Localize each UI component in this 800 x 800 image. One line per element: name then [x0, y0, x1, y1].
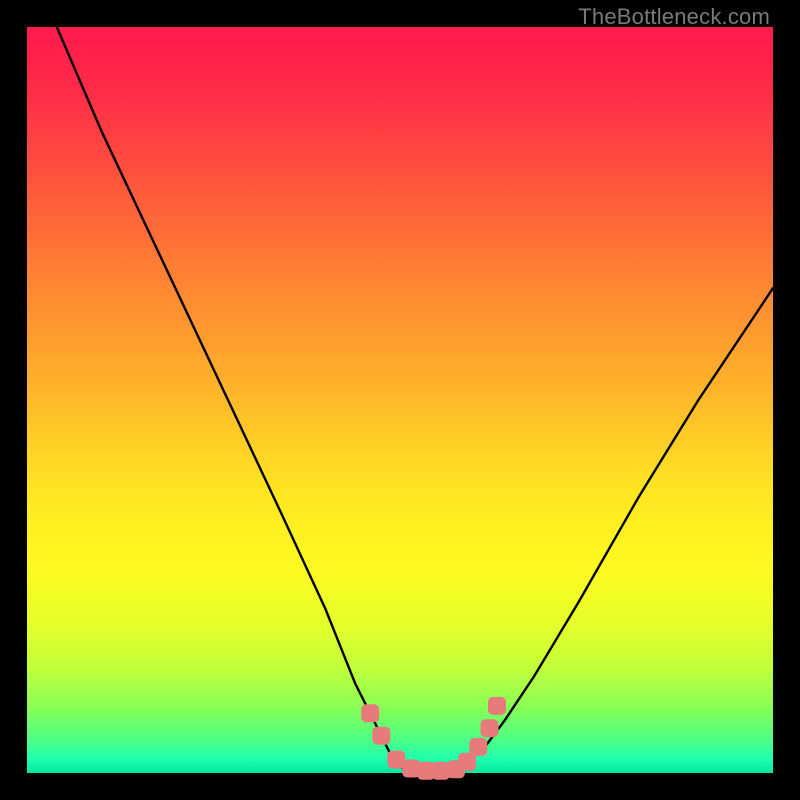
highlight-dot	[372, 727, 390, 745]
highlight-dot	[481, 719, 499, 737]
highlight-dots	[361, 697, 506, 780]
curve-layer	[27, 27, 773, 773]
highlight-dot	[488, 697, 506, 715]
plot-area	[27, 27, 773, 773]
bottleneck-curve	[57, 27, 773, 773]
chart-frame: TheBottleneck.com	[0, 0, 800, 800]
highlight-dot	[361, 704, 379, 722]
highlight-dot	[469, 738, 487, 756]
